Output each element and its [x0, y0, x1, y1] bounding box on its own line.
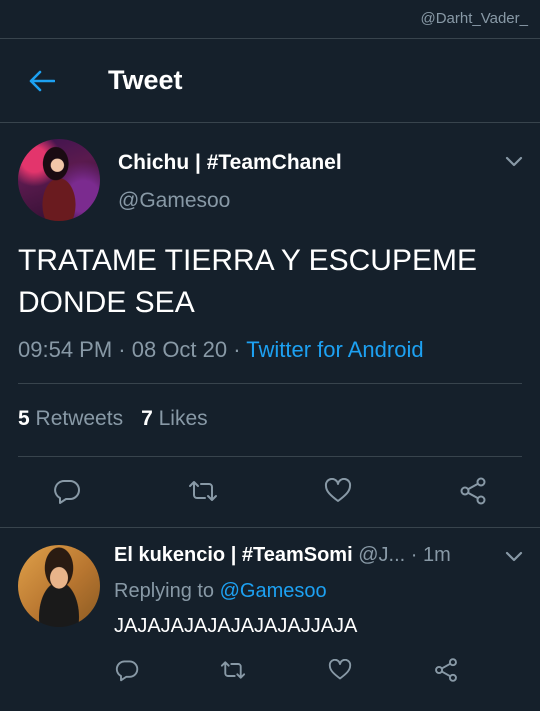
retweet-icon [220, 661, 246, 679]
share-button[interactable] [456, 474, 490, 508]
share-icon [435, 658, 457, 682]
tweet-text-line: TRATAME TIERRA Y ESCUPEME [18, 244, 477, 277]
tweet-detail-screen: @Darht_Vader_ Tweet Chichu | #TeamChanel… [0, 0, 540, 711]
reply-author-handle[interactable]: @J... [358, 544, 405, 566]
reply-like-button[interactable] [325, 655, 355, 685]
back-button[interactable] [26, 65, 58, 97]
watermark: @Darht_Vader_ [420, 10, 528, 27]
likes-count: 7 [141, 407, 153, 430]
reply-author-name[interactable]: El kukencio | #TeamSomi [114, 544, 353, 566]
tweet-menu-button[interactable] [503, 151, 525, 173]
retweets-count: 5 [18, 407, 30, 430]
header-divider [0, 122, 540, 123]
tweet-meta: 09:54 PM · 08 Oct 20 · Twitter for Andro… [18, 337, 424, 362]
heart-icon [324, 478, 352, 502]
reply-icon [115, 660, 139, 682]
likes-stat[interactable]: 7 Likes [141, 407, 208, 430]
stats-divider [18, 456, 522, 457]
tweet-text-line: DONDE SEA [18, 286, 195, 319]
reply-reply-button[interactable] [112, 655, 142, 685]
retweets-label: Retweets [35, 407, 124, 430]
replying-prefix: Replying to [114, 580, 215, 602]
reply-author-avatar[interactable] [18, 545, 100, 627]
arrow-left-icon [29, 70, 55, 92]
reply-menu-button[interactable] [503, 546, 525, 568]
tweet-date: 08 Oct 20 [131, 337, 228, 362]
tweet-text: TRATAME TIERRA Y ESCUPEME DONDE SEA [18, 240, 518, 324]
tweet-divider [0, 527, 540, 528]
likes-label: Likes [158, 407, 208, 430]
page-title: Tweet [108, 65, 183, 95]
header: Tweet [0, 38, 540, 122]
share-icon [460, 477, 486, 505]
retweet-icon [189, 481, 217, 501]
heart-icon [328, 659, 352, 680]
reply-header: El kukencio | #TeamSomi @J... · 1m [114, 544, 451, 566]
reply-share-button[interactable] [431, 655, 461, 685]
author-avatar[interactable] [18, 139, 100, 221]
meta-divider [18, 383, 522, 384]
chevron-down-icon [505, 551, 523, 562]
reply-retweet-button[interactable] [218, 655, 248, 685]
like-button[interactable] [321, 474, 355, 508]
chevron-down-icon [505, 156, 523, 167]
tweet-source-link[interactable]: Twitter for Android [246, 337, 423, 362]
retweet-button[interactable] [186, 474, 220, 508]
reply-time: 1m [422, 544, 451, 566]
tweet-time: 09:54 PM [18, 337, 113, 362]
replying-to-handle-link[interactable]: @Gamesoo [220, 580, 327, 602]
reply-button[interactable] [50, 474, 84, 508]
author-name[interactable]: Chichu | #TeamChanel [118, 151, 342, 175]
author-handle[interactable]: @Gamesoo [118, 189, 230, 213]
replying-to: Replying to @Gamesoo [114, 580, 327, 603]
reply-icon [54, 480, 80, 504]
tweet-stats: 5 Retweets 7 Likes [18, 407, 208, 431]
retweets-stat[interactable]: 5 Retweets [18, 407, 123, 430]
reply-text: JAJAJAJAJAJAJAJAJJAJA [114, 615, 358, 637]
